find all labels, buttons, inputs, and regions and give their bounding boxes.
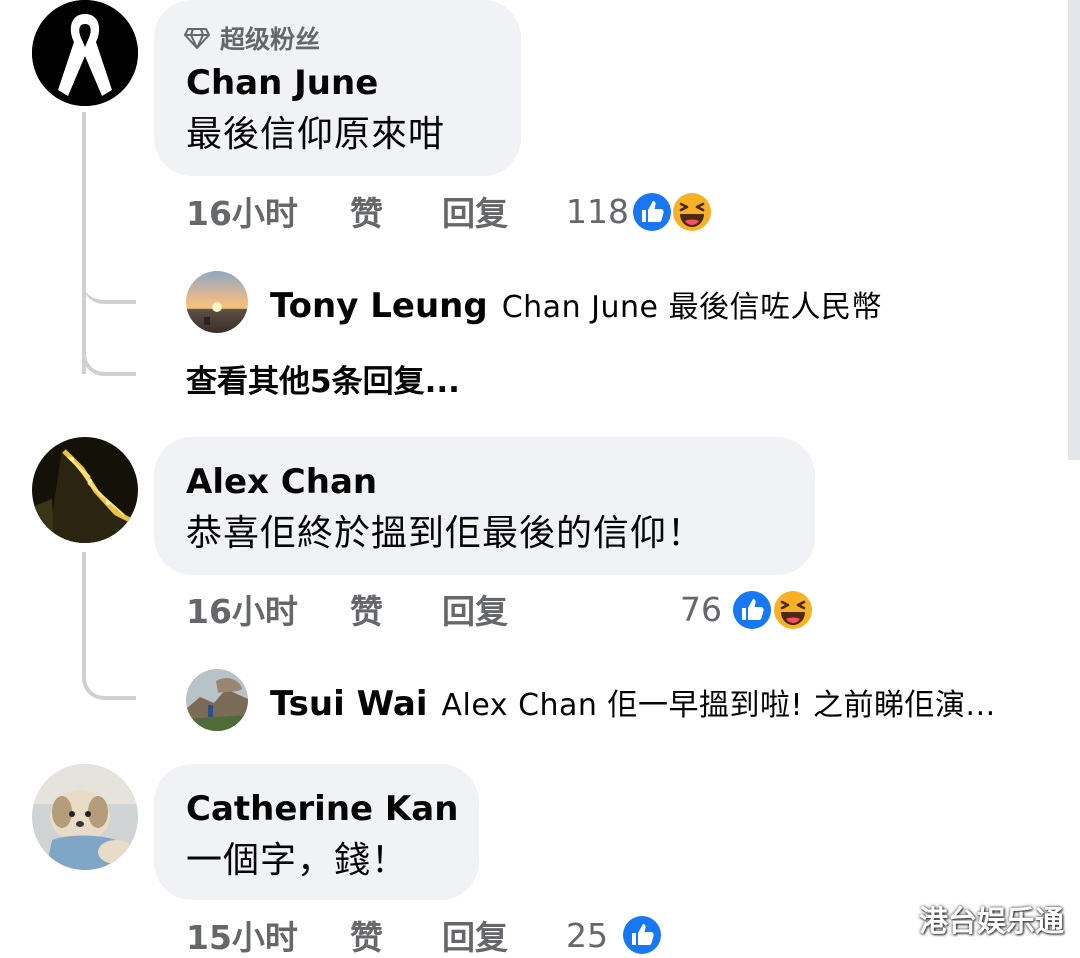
reaction-count[interactable]: 25 — [566, 916, 608, 956]
reaction-count[interactable]: 118 — [566, 192, 629, 232]
comment-text: 一個字，錢！ — [186, 840, 409, 881]
comment-time[interactable]: 16小时 — [186, 194, 298, 234]
reaction-count[interactable]: 76 — [680, 590, 722, 630]
like-icon — [631, 191, 673, 233]
reply-button[interactable]: 回复 — [442, 918, 508, 958]
like-button[interactable]: 赞 — [350, 918, 383, 958]
reply-author[interactable]: Tony Leung — [270, 286, 488, 326]
comment-text: 最後信仰原來咁 — [186, 114, 446, 155]
reply-text: Chan June 最後信咗人民幣 — [501, 290, 882, 325]
dog-photo — [32, 764, 138, 870]
comment-bubble: Alex Chan 恭喜佢終於搵到佢最後的信仰！ — [154, 437, 815, 575]
avatar-alex-chan[interactable] — [32, 437, 138, 543]
haha-icon — [671, 191, 713, 233]
thread-connector — [82, 654, 136, 700]
reply-button[interactable]: 回复 — [442, 592, 508, 632]
view-more-replies-link[interactable]: 查看其他5条回复... — [186, 356, 460, 401]
watermark: 港台娱乐通 — [918, 904, 1064, 938]
avatar-tsui-wai[interactable] — [186, 669, 248, 731]
comment-time[interactable]: 16小时 — [186, 592, 298, 632]
like-icon — [731, 589, 773, 631]
haha-icon — [772, 589, 814, 631]
super-fan-badge: 超级粉丝 — [184, 20, 320, 56]
like-button[interactable]: 赞 — [350, 592, 383, 632]
thread-connector — [82, 262, 136, 304]
rock-landscape-photo — [186, 669, 248, 731]
reply-button[interactable]: 回复 — [442, 194, 508, 234]
reply-row: Tsui Wai Alex Chan 佢一早搵到啦! 之前睇佢演... — [270, 680, 996, 724]
reply-row: Tony Leung Chan June 最後信咗人民幣 — [270, 282, 882, 326]
avatar-tony-leung[interactable] — [186, 271, 248, 333]
reply-text: Alex Chan 佢一早搵到啦! 之前睇佢演... — [441, 688, 996, 723]
comment-bubble: Catherine Kan 一個字，錢！ — [154, 764, 479, 900]
tower-night-photo — [32, 437, 138, 543]
ribbon-icon — [32, 0, 138, 106]
avatar-chan-june[interactable] — [32, 0, 138, 106]
comment-author[interactable]: Chan June — [186, 63, 378, 103]
comment-author[interactable]: Catherine Kan — [186, 789, 458, 829]
comment-text: 恭喜佢終於搵到佢最後的信仰！ — [186, 513, 705, 554]
like-button[interactable]: 赞 — [350, 194, 383, 234]
scrollbar[interactable] — [1068, 0, 1080, 460]
reply-author[interactable]: Tsui Wai — [270, 684, 428, 724]
comment-bubble: 超级粉丝 Chan June 最後信仰原來咁 — [154, 0, 521, 176]
comment-time[interactable]: 15小时 — [186, 918, 298, 958]
diamond-icon — [184, 28, 210, 49]
like-icon — [621, 914, 663, 956]
badge-label: 超级粉丝 — [220, 25, 321, 54]
thread-connector — [82, 330, 136, 376]
comment-author[interactable]: Alex Chan — [186, 462, 377, 502]
sunset-photo — [186, 271, 248, 333]
avatar-catherine-kan[interactable] — [32, 764, 138, 870]
